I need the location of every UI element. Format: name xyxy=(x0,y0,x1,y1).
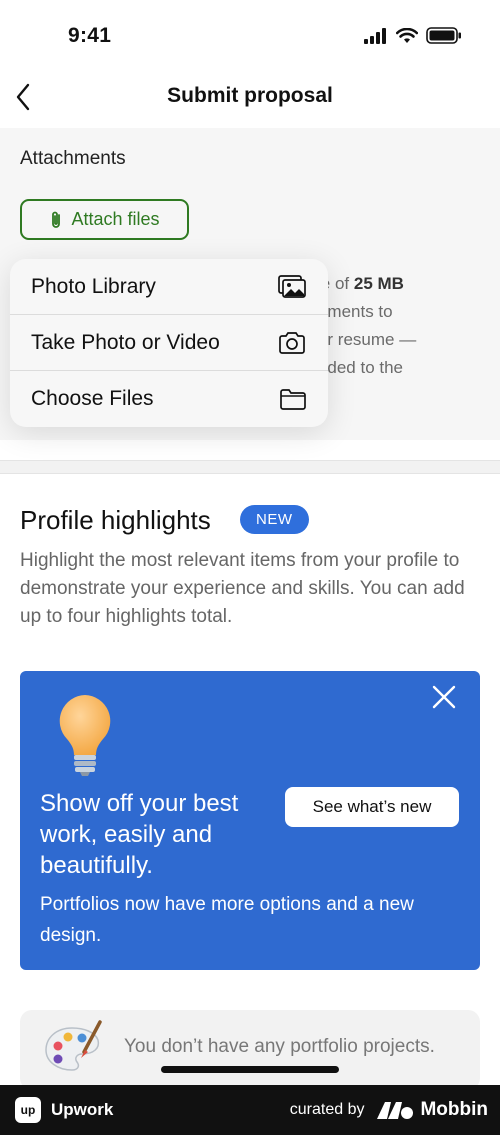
curated-by: curated by Mobbin xyxy=(290,1099,488,1121)
info-size: 25 MB xyxy=(353,274,404,293)
curated-by-label: curated by xyxy=(289,1101,365,1118)
attach-options-menu: Photo Library Take Photo or Video Choose… xyxy=(10,259,328,427)
mobbin-brand: Mobbin xyxy=(376,1099,488,1121)
info-line: ocuments to xyxy=(300,302,393,321)
empty-portfolio-text: You don’t have any portfolio projects. xyxy=(124,1036,435,1057)
attach-files-label: Attach files xyxy=(71,209,160,229)
status-icons xyxy=(364,27,462,44)
palette-icon xyxy=(45,1020,102,1071)
paperclip-icon xyxy=(52,211,61,228)
attachments-heading: Attachments xyxy=(20,148,126,169)
home-indicator xyxy=(161,1066,339,1073)
attachments-info: size of 25 MB ocuments to your resume — … xyxy=(300,270,500,382)
portfolio-promo-card: Show off your best work, easily and beau… xyxy=(20,671,480,970)
menu-item-label: Choose Files xyxy=(31,387,154,410)
battery-icon xyxy=(426,27,461,44)
footer-bar: up Upwork curated by Mobbin xyxy=(0,1085,500,1135)
app-brand: up Upwork xyxy=(15,1097,113,1123)
section-divider xyxy=(0,460,500,474)
menu-item-photo-library[interactable]: Photo Library xyxy=(10,259,328,315)
menu-item-label: Photo Library xyxy=(31,274,156,298)
empty-portfolio-box: You don’t have any portfolio projects. xyxy=(20,1010,480,1090)
wifi-icon xyxy=(396,27,418,43)
menu-item-take-photo[interactable]: Take Photo or Video xyxy=(10,315,328,371)
profile-highlights-title: Profile highlights xyxy=(20,505,211,535)
camera-icon xyxy=(279,331,305,354)
photo-library-icon xyxy=(278,274,306,298)
info-line: warded to the xyxy=(300,358,404,377)
promo-title: Show off your best work, easily and beau… xyxy=(40,790,239,879)
signal-icon xyxy=(364,27,386,44)
curator-name: Mobbin xyxy=(420,1099,488,1120)
promo-subtitle: Portfolios now have more options and a n… xyxy=(40,894,414,946)
folder-icon xyxy=(280,389,306,410)
close-icon[interactable] xyxy=(430,683,458,711)
lightbulb-icon xyxy=(59,695,111,776)
attach-files-button[interactable]: Attach files xyxy=(20,199,189,240)
menu-item-label: Take Photo or Video xyxy=(31,330,220,354)
app-name: Upwork xyxy=(51,1100,114,1119)
see-whats-new-button[interactable]: See what’s new xyxy=(285,787,459,827)
menu-item-choose-files[interactable]: Choose Files xyxy=(10,371,328,427)
info-line: your resume — xyxy=(300,330,417,349)
upwork-logo-icon: up xyxy=(15,1097,41,1123)
profile-highlights-description: Highlight the most relevant items from y… xyxy=(20,550,465,627)
page-title: Submit proposal xyxy=(167,84,333,107)
new-badge: NEW xyxy=(240,505,309,534)
status-time: 9:41 xyxy=(68,24,112,47)
mobbin-logo-icon xyxy=(377,1102,414,1119)
